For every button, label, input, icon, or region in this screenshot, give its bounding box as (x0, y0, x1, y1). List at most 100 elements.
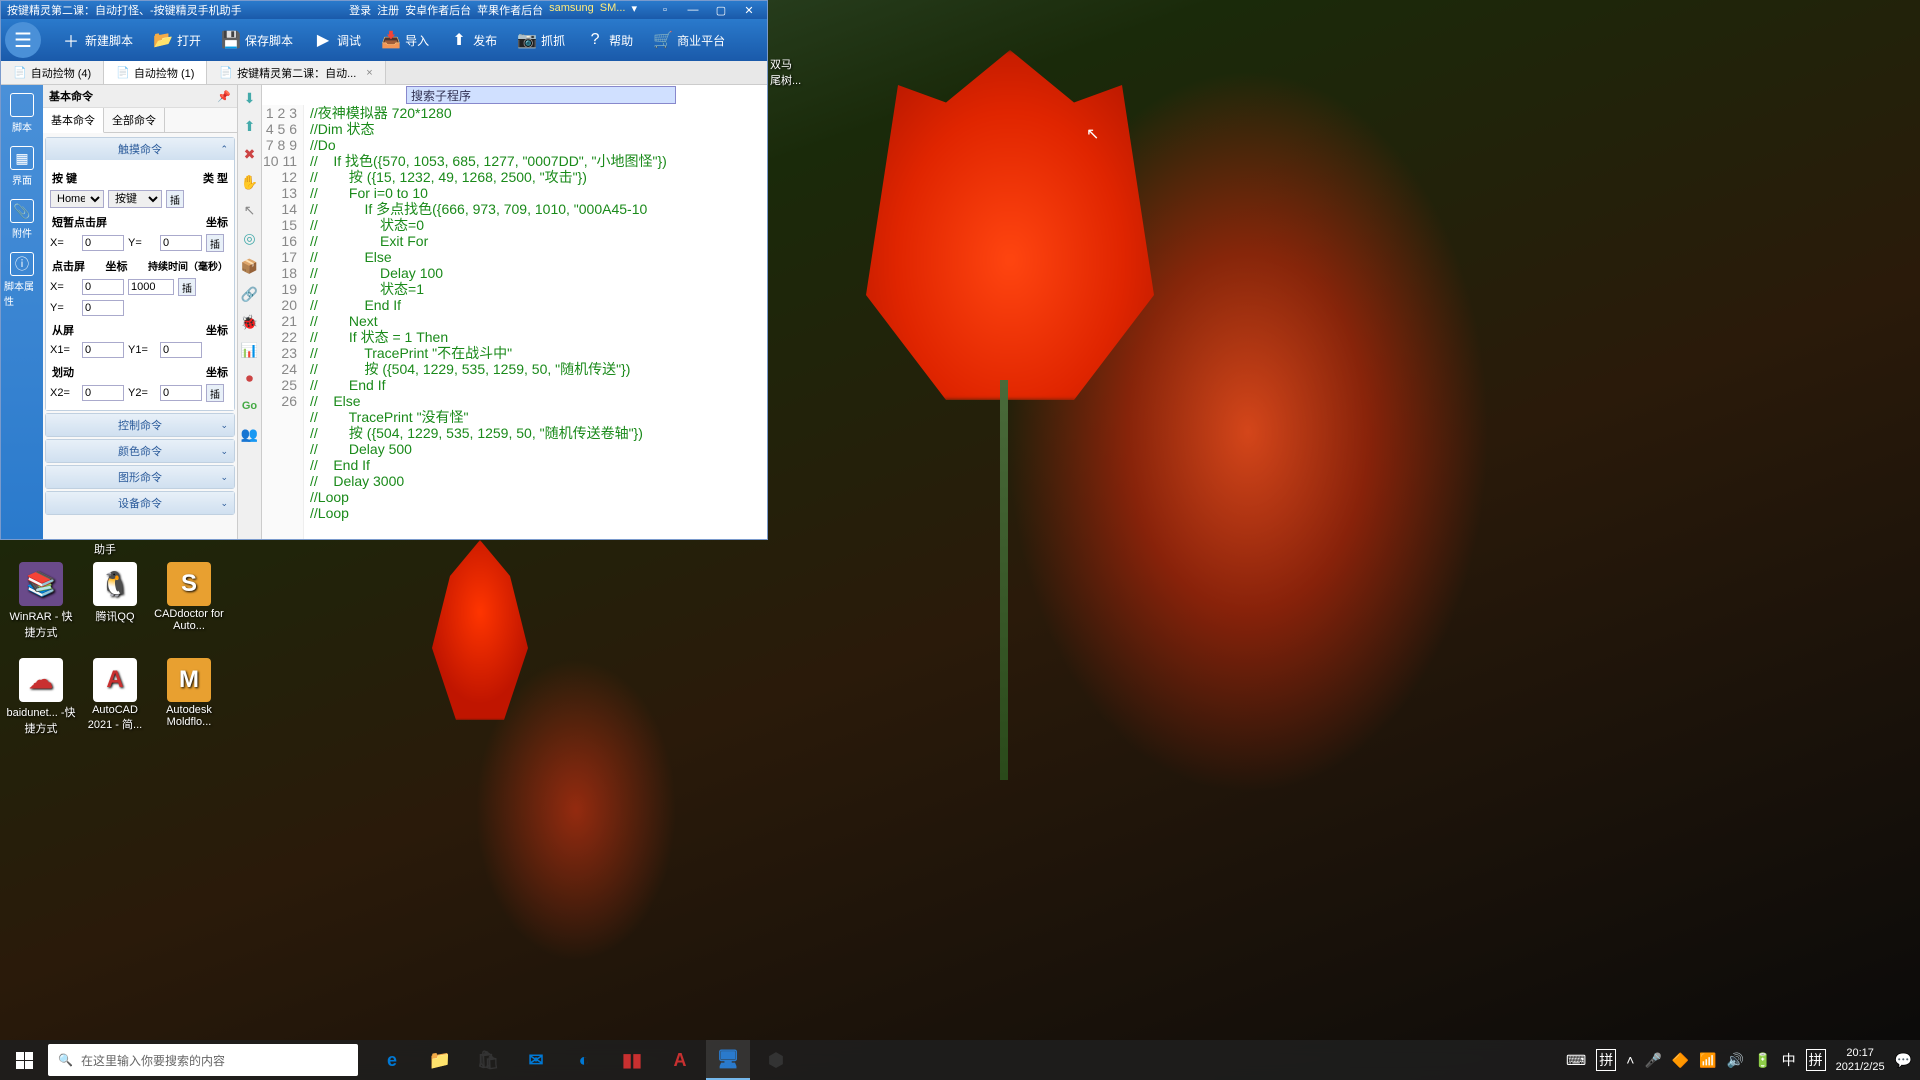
insert-button[interactable]: 插 (206, 234, 224, 252)
ime-icon[interactable]: 拼 (1596, 1049, 1616, 1071)
input-y2[interactable] (160, 385, 202, 401)
taskbar-app-4[interactable]: ◐ (562, 1040, 606, 1080)
link-samsung[interactable]: samsung (549, 2, 594, 18)
input-x1[interactable] (82, 342, 124, 358)
volume-icon[interactable]: 🔊 (1727, 1052, 1744, 1069)
toolbar-btn-8[interactable]: 🛒商业平台 (643, 24, 735, 56)
link-icon[interactable]: 🔗 (241, 285, 259, 303)
window-title: 按键精灵第二课：自动打怪、-按键精灵手机助手 (7, 2, 349, 18)
bug-icon[interactable]: 🐞 (241, 313, 259, 331)
pointer-icon[interactable]: ↖ (241, 201, 259, 219)
document-tab-2[interactable]: 📄按键精灵第二课：自动...× (207, 61, 385, 84)
desktop-icon[interactable]: MAutodesk Moldflo... (152, 656, 226, 738)
code-content[interactable]: //夜神模拟器 720*1280 //Dim 状态 //Do // If 找色(… (304, 105, 767, 539)
dropdown-icon[interactable]: ▾ (631, 2, 637, 18)
chevron-up-icon[interactable]: ˄ (1626, 1052, 1634, 1068)
wifi-icon[interactable]: 📶 (1699, 1052, 1716, 1069)
input-tap-y[interactable] (82, 300, 124, 316)
minimize-icon[interactable]: — (681, 3, 705, 17)
taskbar-app-3[interactable]: ✉ (514, 1040, 558, 1080)
notifications-icon[interactable]: 💬 (1895, 1052, 1912, 1069)
taskbar-app-2[interactable]: 🛍 (466, 1040, 510, 1080)
code-area[interactable]: 1 2 3 4 5 6 7 8 9 10 11 12 13 14 15 16 1… (262, 105, 767, 539)
toolbar-btn-4[interactable]: 📥导入 (371, 24, 439, 56)
taskbar-app-8[interactable]: ⬢ (754, 1040, 798, 1080)
input-tap-x[interactable] (82, 279, 124, 295)
desktop-icon[interactable]: AAutoCAD 2021 - 简... (78, 656, 152, 738)
accordion-0-header[interactable]: 控制命令⌄ (46, 414, 234, 436)
link-sm[interactable]: SM... (600, 2, 626, 18)
clock[interactable]: 20:17 2021/2/25 (1836, 1046, 1885, 1074)
tab-basic-commands[interactable]: 基本命令 (43, 108, 104, 133)
taskbar-search[interactable]: 🔍 在这里输入你要搜索的内容 (48, 1044, 358, 1076)
maximize-icon[interactable]: ▢ (709, 3, 733, 17)
accordion-2-header[interactable]: 图形命令⌄ (46, 466, 234, 488)
link-android[interactable]: 安卓作者后台 (405, 2, 471, 18)
input-tap-dur[interactable] (128, 279, 174, 295)
desktop-icon[interactable]: 📚WinRAR - 快捷方式 (4, 560, 78, 642)
arrow-down-icon[interactable]: ⬇ (241, 89, 259, 107)
toolbar-icon: ▶ (313, 30, 333, 50)
rail-item-3[interactable]: ⓘ脚本属性 (4, 248, 40, 312)
taskbar-app-1[interactable]: 📁 (418, 1040, 462, 1080)
delete-icon[interactable]: ✖ (241, 145, 259, 163)
taskbar-app-7[interactable]: 🖥 (706, 1040, 750, 1080)
titlebar[interactable]: 按键精灵第二课：自动打怪、-按键精灵手机助手 登录 注册 安卓作者后台 苹果作者… (1, 1, 767, 19)
close-icon[interactable]: ✕ (737, 3, 761, 17)
close-tab-icon[interactable]: × (366, 67, 372, 79)
toolbar-btn-3[interactable]: ▶调试 (303, 24, 371, 56)
link-apple[interactable]: 苹果作者后台 (477, 2, 543, 18)
record-icon[interactable]: ⏺ (241, 369, 259, 387)
arrow-up-icon[interactable]: ⬆ (241, 117, 259, 135)
target-icon[interactable]: ◎ (241, 229, 259, 247)
search-subroutine-input[interactable] (406, 86, 676, 104)
insert-button[interactable]: 插 (206, 384, 224, 402)
taskbar-app-0[interactable]: e (370, 1040, 414, 1080)
menu-button[interactable]: ☰ (5, 22, 41, 58)
insert-button[interactable]: 插 (178, 278, 196, 296)
start-button[interactable] (0, 1040, 48, 1080)
input-tap-short-x[interactable] (82, 235, 124, 251)
toolbar-btn-5[interactable]: ⬆发布 (439, 24, 507, 56)
input-tap-short-y[interactable] (160, 235, 202, 251)
ime-mode-icon[interactable]: 拼 (1806, 1049, 1826, 1071)
desktop-icon[interactable]: SCADdoctor for Auto... (152, 560, 226, 642)
chart-icon[interactable]: 📊 (241, 341, 259, 359)
toolbar-btn-2[interactable]: 💾保存脚本 (211, 24, 303, 56)
rail-item-0[interactable]: 脚本 (4, 89, 40, 138)
rail-item-2[interactable]: 📎附件 (4, 195, 40, 244)
taskbar-app-5[interactable]: ▮▮ (610, 1040, 654, 1080)
mic-icon[interactable]: 🎤 (1644, 1052, 1661, 1069)
toolbar-btn-6[interactable]: 📷抓抓 (507, 24, 575, 56)
accordion-touch-header[interactable]: 触摸命令 ⌃ (46, 138, 234, 160)
toolbar-btn-7[interactable]: ?帮助 (575, 24, 643, 56)
desktop-icon[interactable]: ☁baidunet... -快捷方式 (4, 656, 78, 738)
go-icon[interactable]: Go (241, 397, 259, 415)
app-tray-icon[interactable]: 🔶 (1672, 1052, 1689, 1069)
ime-lang-icon[interactable]: 中 (1782, 1050, 1796, 1070)
tab-all-commands[interactable]: 全部命令 (104, 108, 165, 132)
input-y1[interactable] (160, 342, 202, 358)
link-register[interactable]: 注册 (377, 2, 399, 18)
link-login[interactable]: 登录 (349, 2, 371, 18)
restore-down-icon[interactable]: ▫ (653, 3, 677, 17)
hand-icon[interactable]: ✋ (241, 173, 259, 191)
pin-icon[interactable]: 📌 (217, 90, 231, 103)
keyboard-icon[interactable]: ⌨ (1566, 1052, 1586, 1069)
taskbar-app-6[interactable]: A (658, 1040, 702, 1080)
package-icon[interactable]: 📦 (241, 257, 259, 275)
document-tab-1[interactable]: 📄自动捡物 (1) (104, 61, 207, 84)
input-x2[interactable] (82, 385, 124, 401)
desktop-icon[interactable]: 🐧腾讯QQ (78, 560, 152, 642)
people-icon[interactable]: 👥 (241, 425, 259, 443)
select-type[interactable]: 按键 (108, 190, 162, 208)
toolbar-btn-0[interactable]: ＋新建脚本 (51, 24, 143, 56)
document-tab-0[interactable]: 📄自动捡物 (4) (1, 61, 104, 84)
accordion-1-header[interactable]: 颜色命令⌄ (46, 440, 234, 462)
toolbar-btn-1[interactable]: 📂打开 (143, 24, 211, 56)
rail-item-1[interactable]: ▦界面 (4, 142, 40, 191)
accordion-3-header[interactable]: 设备命令⌄ (46, 492, 234, 514)
battery-icon[interactable]: 🔋 (1754, 1052, 1771, 1069)
insert-button[interactable]: 插 (166, 190, 184, 208)
select-key[interactable]: Home (50, 190, 104, 208)
